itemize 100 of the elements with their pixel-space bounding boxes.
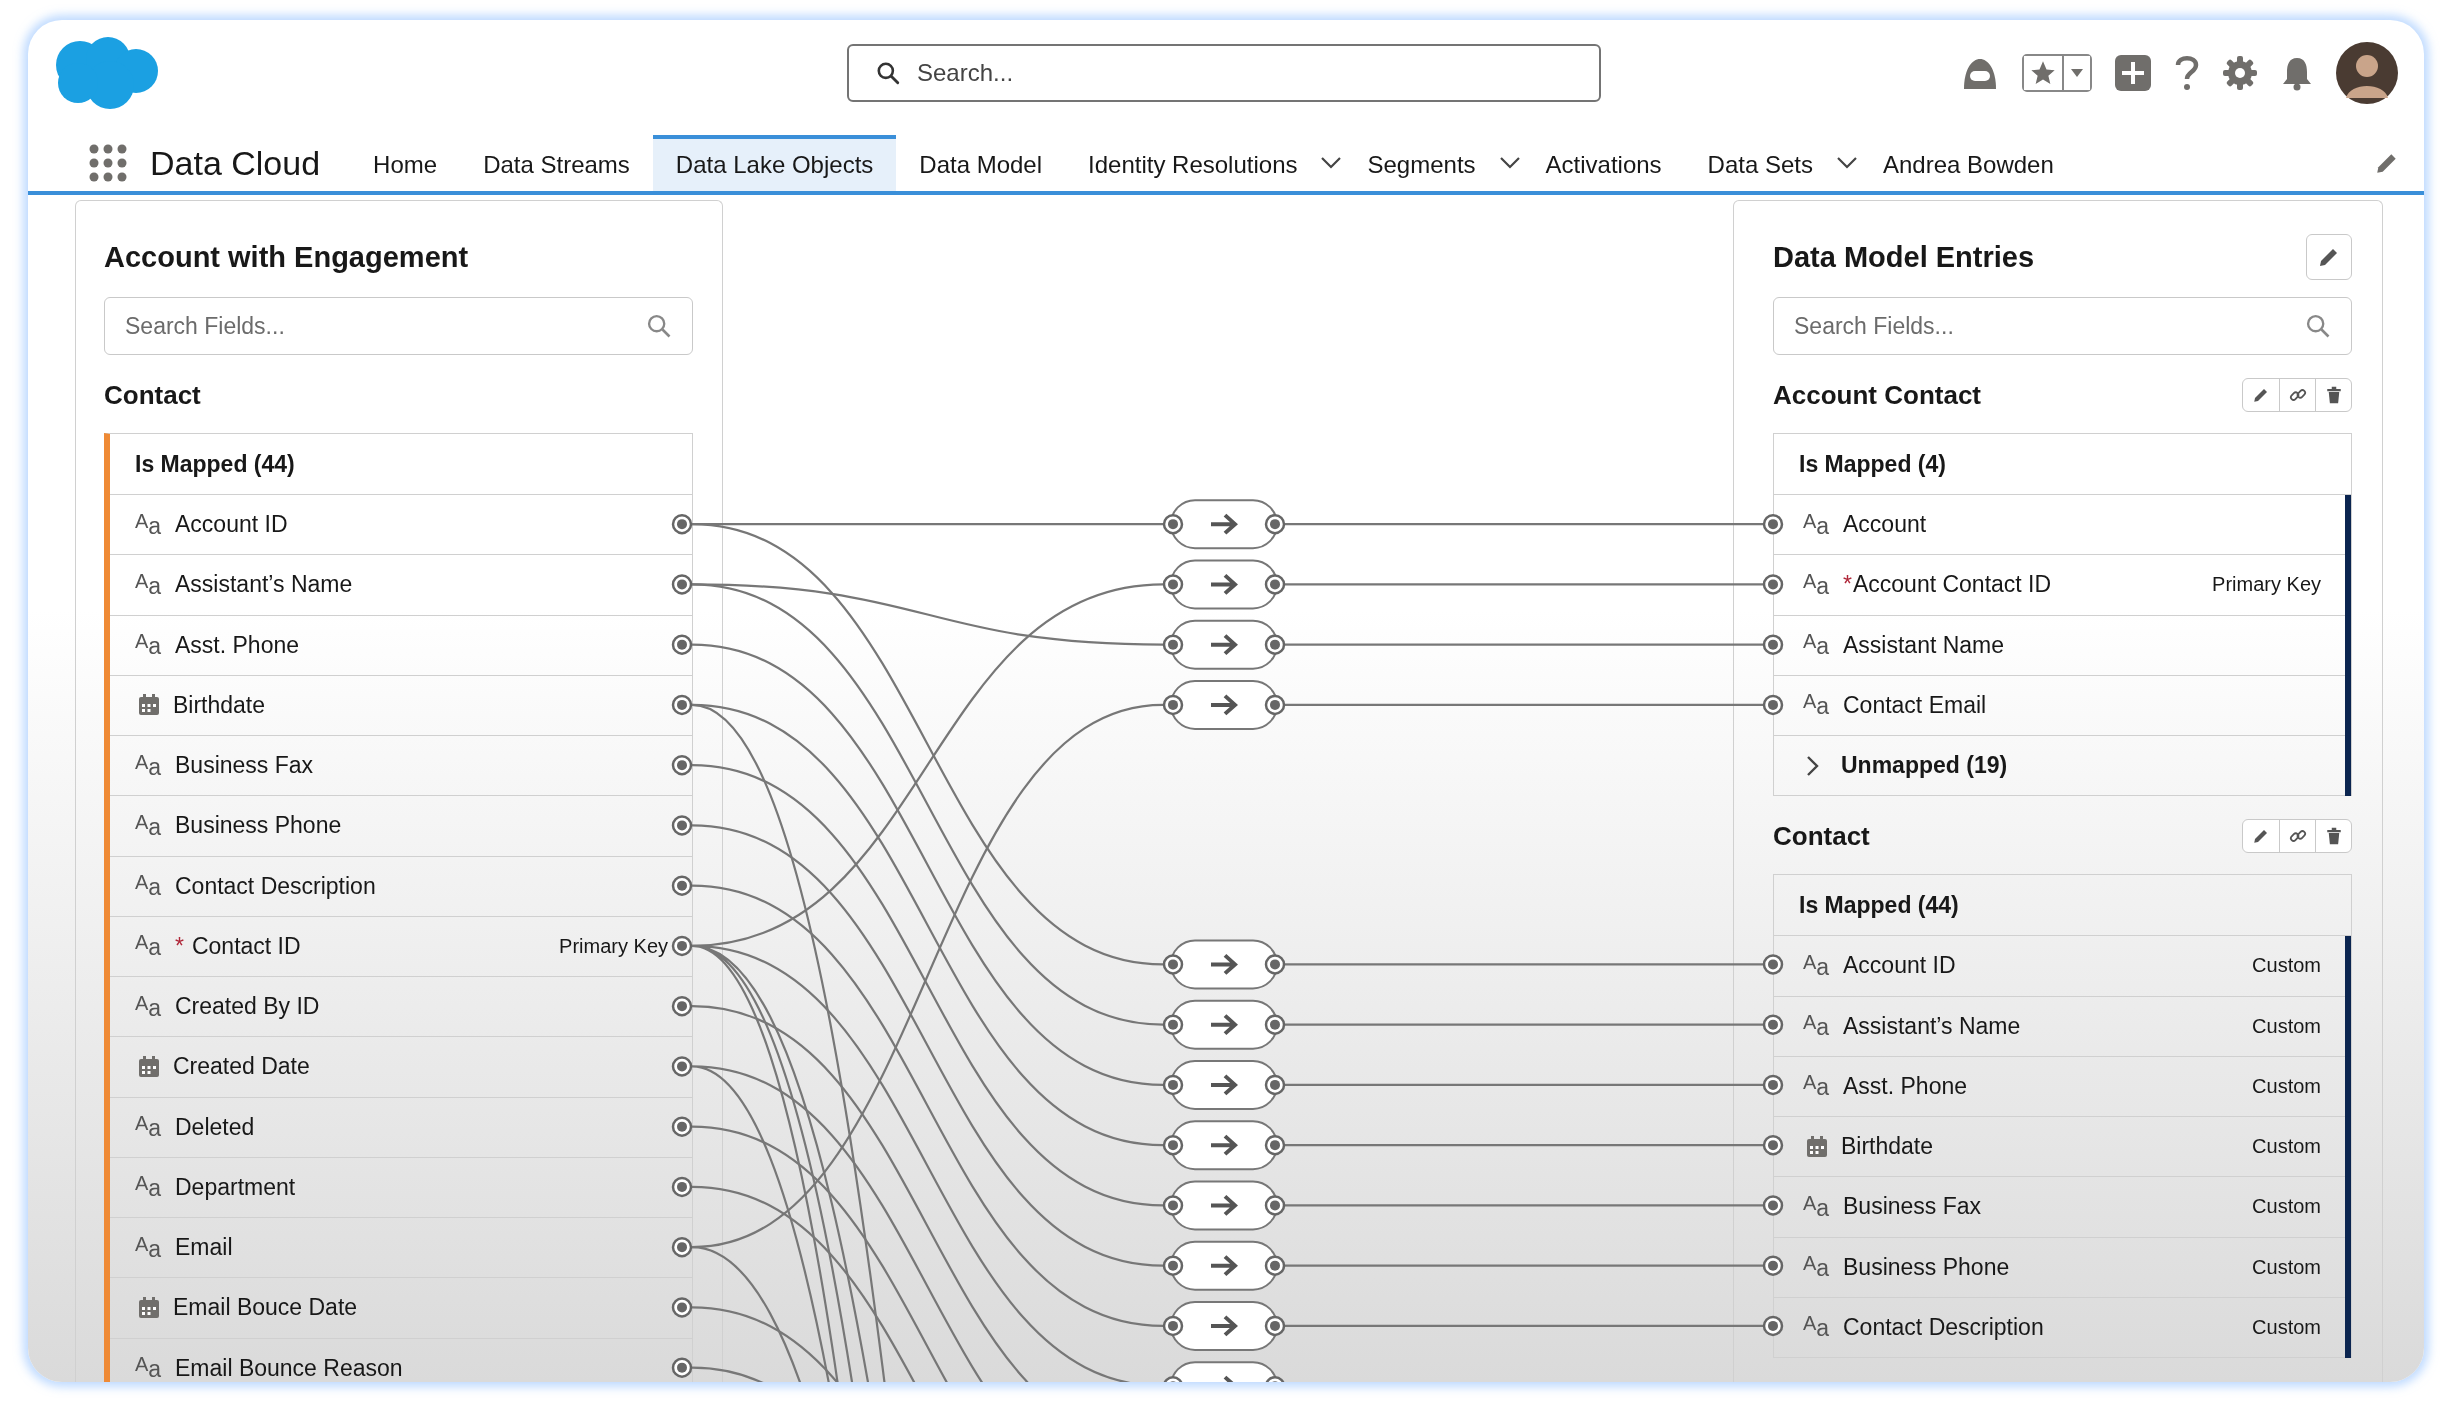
- global-search-field[interactable]: Search...: [847, 43, 1601, 102]
- caret-icon: [2069, 66, 2085, 79]
- app-launcher-icon[interactable]: [88, 143, 128, 183]
- text-type-icon: $^{A}$a: [135, 931, 165, 962]
- field-name: Asst. Phone: [1843, 1072, 1968, 1100]
- avatar[interactable]: [2336, 41, 2398, 104]
- group-heading[interactable]: Unmapped (19): [1841, 752, 2008, 780]
- nav-tab[interactable]: Activations: [1522, 135, 1685, 191]
- add-button[interactable]: [2114, 53, 2152, 92]
- field-name: Account ID: [1843, 952, 1956, 980]
- group-heading: Is Mapped (44): [1799, 891, 1959, 919]
- nav-tab[interactable]: Data Lake Objects: [652, 135, 897, 191]
- port-icon[interactable]: [671, 1056, 693, 1077]
- port-icon[interactable]: [671, 815, 693, 836]
- port-icon[interactable]: [671, 935, 693, 957]
- port-icon[interactable]: [1762, 634, 1784, 655]
- transform-node[interactable]: [1162, 1240, 1286, 1291]
- help-icon[interactable]: [2174, 53, 2200, 92]
- port-icon[interactable]: [671, 754, 693, 776]
- nav-tab[interactable]: Identity Resolutions: [1065, 135, 1321, 191]
- nav-tab[interactable]: Home: [350, 135, 461, 191]
- field-tag: Custom: [2252, 1255, 2321, 1279]
- required-mark: *: [1843, 571, 1852, 599]
- nav-tab[interactable]: Data Sets: [1684, 135, 1836, 191]
- field-tag: Primary Key: [559, 934, 668, 958]
- port-icon[interactable]: [1762, 1074, 1784, 1096]
- group-heading: Is Mapped (44): [135, 450, 295, 478]
- chevron-down-icon[interactable]: [1836, 156, 1858, 170]
- port-icon[interactable]: [671, 1357, 693, 1378]
- field-name: Contact Email: [1843, 691, 1987, 719]
- transform-node[interactable]: [1162, 1300, 1286, 1351]
- field-name: Birthdate: [173, 691, 266, 719]
- port-icon[interactable]: [1762, 1014, 1784, 1035]
- port-icon[interactable]: [1762, 513, 1784, 535]
- nav-tab[interactable]: Data Model: [896, 135, 1066, 191]
- object-title: Account Contact: [1773, 379, 1981, 411]
- transform-node[interactable]: [1162, 1180, 1286, 1231]
- port-icon[interactable]: [671, 1116, 693, 1137]
- port-icon[interactable]: [671, 1236, 693, 1258]
- port-icon[interactable]: [1762, 1255, 1784, 1276]
- port-icon[interactable]: [1762, 694, 1784, 716]
- calendar-icon: [138, 1055, 160, 1078]
- field-name: Email Bouce Date: [173, 1294, 358, 1322]
- nav-tab[interactable]: Andrea Bowden: [1860, 135, 2077, 191]
- text-type-icon: $^{A}$a: [135, 509, 165, 540]
- text-type-icon: $^{A}$a: [1803, 630, 1833, 661]
- nav-tab[interactable]: Segments: [1344, 135, 1499, 191]
- text-type-icon: $^{A}$a: [135, 1112, 165, 1143]
- field-tag: Custom: [2252, 1315, 2321, 1339]
- chevron-down-icon[interactable]: [1498, 156, 1521, 170]
- field-name: Email: [175, 1234, 233, 1262]
- field-name: Created Date: [173, 1053, 310, 1081]
- port-icon[interactable]: [671, 513, 693, 535]
- chevron-down-icon[interactable]: [1320, 156, 1343, 170]
- field-search[interactable]: Search Fields...: [1773, 297, 2352, 355]
- port-icon[interactable]: [671, 1297, 693, 1318]
- field-search[interactable]: Search Fields...: [104, 297, 693, 355]
- field-name: Department: [175, 1173, 296, 1201]
- transform-node[interactable]: [1162, 999, 1286, 1050]
- text-type-icon: $^{A}$a: [1803, 1252, 1833, 1283]
- transform-node[interactable]: [1162, 1120, 1286, 1171]
- trash-icon: [2324, 386, 2343, 404]
- field-name: Contact Description: [175, 872, 376, 900]
- transform-node[interactable]: [1162, 939, 1286, 990]
- port-icon[interactable]: [1762, 1315, 1784, 1337]
- port-icon[interactable]: [1762, 954, 1784, 975]
- transform-node[interactable]: [1162, 559, 1286, 610]
- field-name: Account Contact ID: [1852, 571, 2052, 599]
- transform-node[interactable]: [1162, 1361, 1286, 1382]
- field-name: Assistant Name: [1843, 631, 2005, 659]
- port-icon[interactable]: [671, 1176, 693, 1198]
- port-icon[interactable]: [671, 694, 693, 716]
- field-name: Email Bounce Reason: [175, 1354, 403, 1382]
- field-tag: Custom: [2252, 1135, 2321, 1159]
- port-icon[interactable]: [671, 875, 693, 896]
- text-type-icon: $^{A}$a: [135, 1172, 165, 1203]
- transform-node[interactable]: [1162, 619, 1286, 670]
- field-name: Business Fax: [175, 752, 314, 780]
- port-icon[interactable]: [671, 995, 693, 1017]
- text-type-icon: $^{A}$a: [1803, 569, 1833, 600]
- transform-node[interactable]: [1162, 679, 1286, 730]
- transform-node[interactable]: [1162, 1059, 1286, 1110]
- transform-node[interactable]: [1162, 499, 1286, 550]
- port-icon[interactable]: [671, 574, 693, 595]
- favorites-menu-button[interactable]: [2062, 55, 2090, 90]
- edit-button[interactable]: [2306, 234, 2352, 280]
- nav-tab[interactable]: Data Streams: [460, 135, 653, 191]
- port-icon[interactable]: [1762, 574, 1784, 595]
- port-icon[interactable]: [671, 634, 693, 655]
- port-icon[interactable]: [1762, 1134, 1784, 1156]
- port-icon[interactable]: [1762, 1195, 1784, 1216]
- field-tag: Custom: [2252, 954, 2321, 978]
- field-tag: Custom: [2252, 1014, 2321, 1038]
- text-type-icon: $^{A}$a: [1803, 1312, 1833, 1343]
- field-name: Business Phone: [1843, 1253, 2010, 1281]
- search-icon: [2304, 312, 2332, 340]
- settings-icon[interactable]: [2222, 54, 2258, 91]
- text-type-icon: $^{A}$a: [135, 991, 165, 1022]
- object-title: Contact: [104, 379, 201, 411]
- panel-title: Account with Engagement: [104, 239, 470, 275]
